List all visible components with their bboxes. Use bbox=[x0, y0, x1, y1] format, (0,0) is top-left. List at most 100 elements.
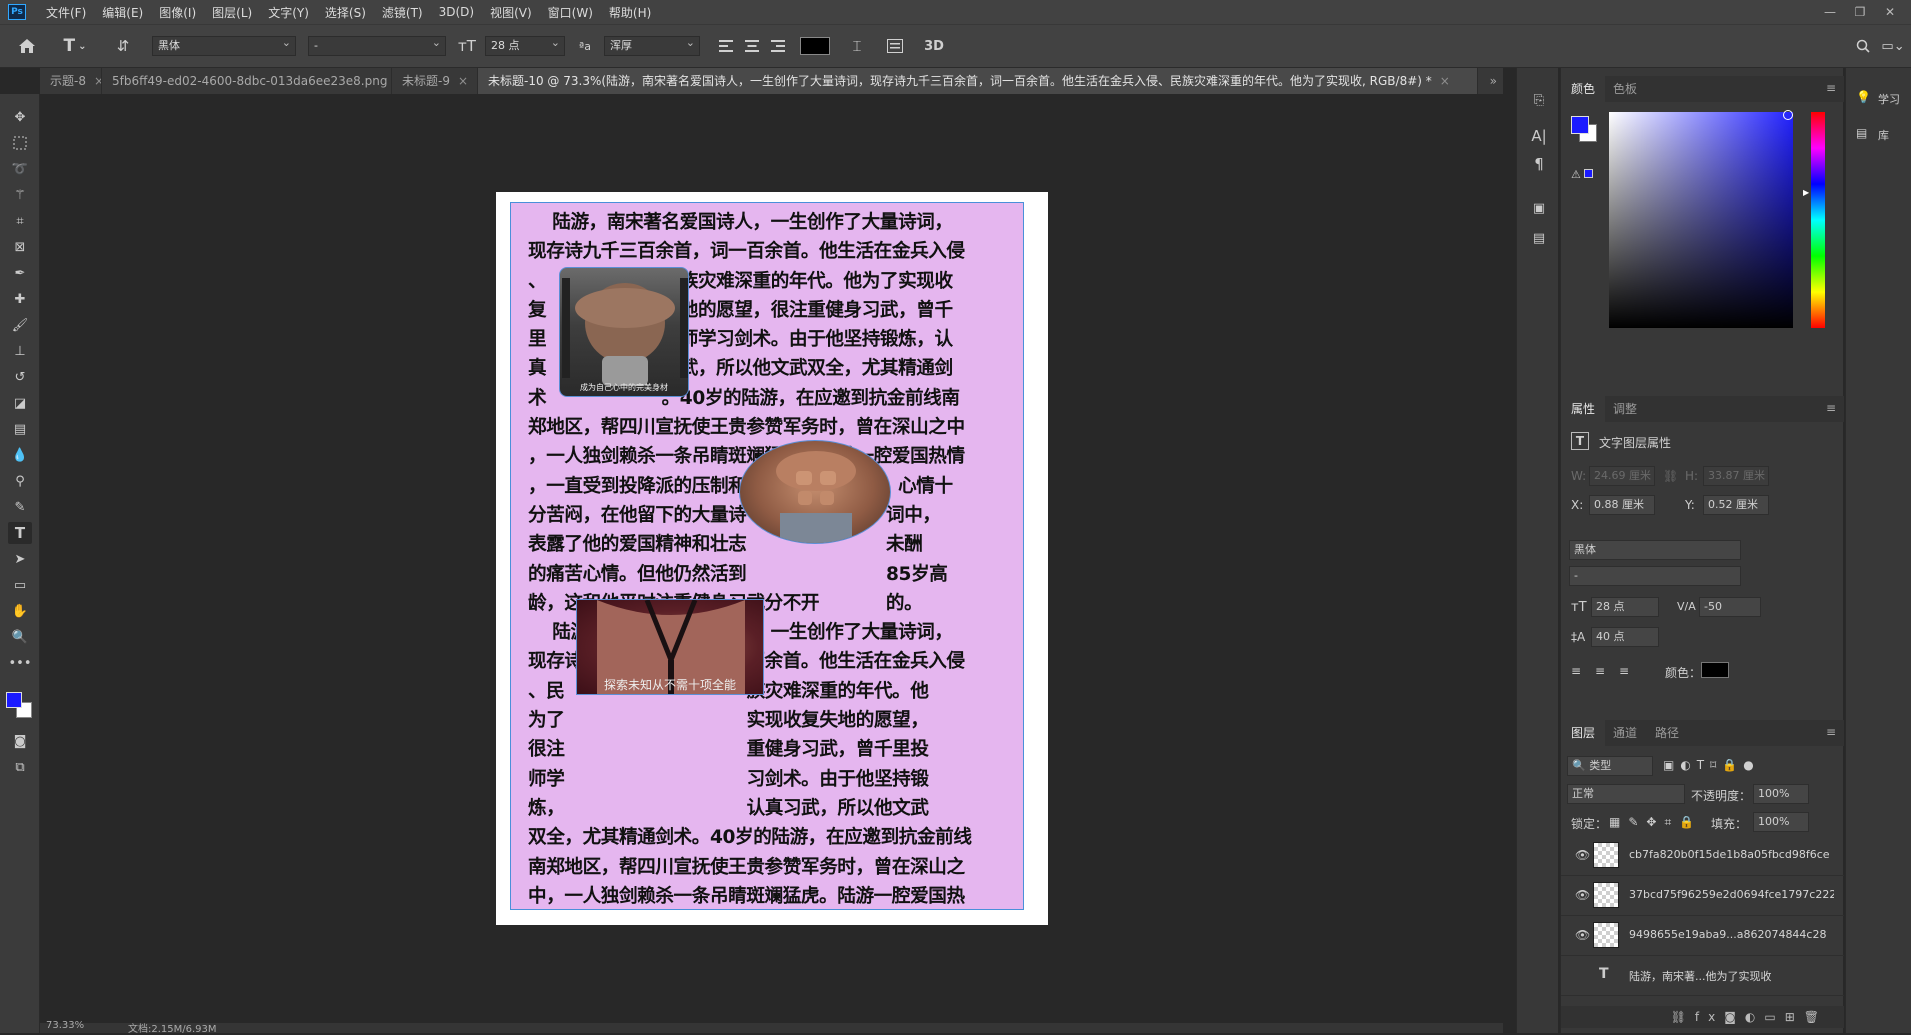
paragraph-icon[interactable]: ¶ bbox=[1529, 154, 1549, 174]
tabs-overflow-icon[interactable]: » bbox=[1490, 74, 1497, 88]
magic-wand-tool-icon[interactable]: ⚚ bbox=[8, 184, 32, 206]
height-input[interactable]: 33.87 厘米 bbox=[1703, 466, 1769, 486]
clone-stamp-tool-icon[interactable]: ⊥ bbox=[8, 340, 32, 362]
prop-align-right-icon[interactable]: ≡ bbox=[1619, 664, 1629, 678]
image-shoulders[interactable]: 探索未知从不需十项全能 bbox=[576, 599, 764, 695]
layer-item[interactable]: 👁 9498655e19aba9...a862074844c28 bbox=[1561, 916, 1844, 956]
healing-brush-tool-icon[interactable]: ✚ bbox=[8, 288, 32, 310]
panel-menu-icon[interactable]: ≡ bbox=[1826, 401, 1836, 415]
zoom-level[interactable]: 73.33% bbox=[46, 1020, 84, 1031]
pen-tool-icon[interactable]: ✎ bbox=[8, 496, 32, 518]
path-selection-tool-icon[interactable]: ➤ bbox=[8, 548, 32, 570]
close-icon[interactable]: × bbox=[1440, 74, 1450, 88]
toggle-orientation-icon[interactable]: ⇵ bbox=[112, 35, 134, 57]
menu-3d[interactable]: 3D(D) bbox=[431, 5, 482, 19]
width-input[interactable]: 24.69 厘米 bbox=[1589, 466, 1655, 486]
menu-type[interactable]: 文字(Y) bbox=[260, 4, 317, 21]
layers-footer-icons[interactable]: ⛓fx◙◐▭⊞🗑 bbox=[1561, 1006, 1844, 1028]
image-back-muscles[interactable]: 成为自己心中的完美身材 bbox=[559, 267, 689, 397]
image-abs-muscles[interactable] bbox=[739, 440, 891, 544]
layer-name[interactable]: 陆游，南宋著...他为了实现收 bbox=[1629, 968, 1834, 984]
screen-mode-icon[interactable]: ⧉ bbox=[8, 756, 32, 778]
workspace-icon[interactable]: ▭⌄ bbox=[1880, 35, 1906, 57]
lasso-tool-icon[interactable]: ➰ bbox=[8, 158, 32, 180]
prop-style-select[interactable]: - bbox=[1569, 566, 1741, 586]
font-size-select[interactable]: 28 点 bbox=[485, 36, 565, 56]
frame-tool-icon[interactable]: ⊠ bbox=[8, 236, 32, 258]
gradient-tool-icon[interactable]: ▤ bbox=[8, 418, 32, 440]
hue-slider-handle[interactable]: ▶ bbox=[1803, 188, 1809, 197]
layer-name[interactable]: 9498655e19aba9...a862074844c28 bbox=[1629, 928, 1834, 941]
blend-mode-select[interactable]: 正常 bbox=[1567, 784, 1685, 804]
menu-file[interactable]: 文件(F) bbox=[38, 4, 94, 21]
foreground-color-swatch[interactable] bbox=[6, 692, 22, 708]
dodge-tool-icon[interactable]: ⚲ bbox=[8, 470, 32, 492]
prop-tracking-input[interactable]: -50 bbox=[1699, 597, 1761, 617]
more-tools-icon[interactable]: ••• bbox=[8, 652, 32, 674]
tab-swatches[interactable]: 色板 bbox=[1603, 76, 1647, 102]
tab-untitled-9[interactable]: 未标题-9 × bbox=[392, 68, 478, 94]
home-icon[interactable] bbox=[16, 35, 38, 57]
eyedropper-tool-icon[interactable]: ✒ bbox=[8, 262, 32, 284]
gamut-warning-icon[interactable]: ⚠ bbox=[1571, 168, 1593, 181]
prop-color-swatch[interactable] bbox=[1701, 662, 1729, 678]
search-icon[interactable] bbox=[1852, 35, 1874, 57]
layer-name[interactable]: 37bcd75f96259e2d0694fce1797c222 bbox=[1629, 888, 1834, 901]
visibility-eye-icon[interactable]: 👁 bbox=[1575, 888, 1590, 902]
notes-icon[interactable]: ▤ bbox=[1529, 228, 1549, 248]
menu-image[interactable]: 图像(I) bbox=[151, 4, 204, 21]
document-canvas[interactable]: 陆游，南宋著名爱国诗人，一生创作了大量诗词， 现存诗九千三百余首，词一百余首。他生… bbox=[496, 192, 1048, 925]
rectangle-tool-icon[interactable]: ▭ bbox=[8, 574, 32, 596]
prop-font-select[interactable]: 黑体 bbox=[1569, 540, 1741, 560]
fill-input[interactable]: 100% bbox=[1753, 812, 1809, 832]
layer-filter-select[interactable]: 🔍 类型 bbox=[1567, 756, 1653, 776]
align-left-icon[interactable] bbox=[716, 35, 736, 57]
marquee-tool-icon[interactable] bbox=[8, 132, 32, 154]
character-panel-icon[interactable] bbox=[884, 35, 906, 57]
lock-icons[interactable]: ▦✎✥⌗🔒 bbox=[1609, 815, 1702, 830]
x-input[interactable]: 0.88 厘米 bbox=[1589, 495, 1655, 515]
tab-color[interactable]: 颜色 bbox=[1561, 76, 1606, 102]
move-tool-icon[interactable]: ✥ bbox=[8, 106, 32, 128]
libraries-panel-button[interactable]: ▤ 库 bbox=[1846, 118, 1911, 150]
align-center-icon[interactable] bbox=[742, 35, 762, 57]
minimize-button[interactable]: — bbox=[1815, 5, 1845, 19]
type-tool-icon[interactable]: T bbox=[8, 522, 32, 544]
y-input[interactable]: 0.52 厘米 bbox=[1703, 495, 1769, 515]
history-icon[interactable]: ⎘ bbox=[1529, 90, 1549, 110]
layer-name[interactable]: cb7fa820b0f15de1b8a05fbcd98f6ce bbox=[1629, 848, 1834, 861]
3d-button[interactable]: 3D bbox=[922, 35, 946, 57]
close-icon[interactable]: × bbox=[458, 74, 468, 88]
zoom-tool-icon[interactable]: 🔍 bbox=[8, 626, 32, 648]
prop-align-center-icon[interactable]: ≡ bbox=[1595, 664, 1605, 678]
visibility-eye-icon[interactable]: 👁 bbox=[1575, 848, 1590, 862]
restore-button[interactable]: ❐ bbox=[1845, 5, 1875, 19]
brush-tool-icon[interactable]: 🖌 bbox=[8, 314, 32, 336]
glyphs-icon[interactable]: ▣ bbox=[1529, 198, 1549, 218]
prop-leading-input[interactable]: 40 点 bbox=[1591, 627, 1659, 647]
eraser-tool-icon[interactable]: ◪ bbox=[8, 392, 32, 414]
layer-item[interactable]: 👁 37bcd75f96259e2d0694fce1797c222 bbox=[1561, 876, 1844, 916]
hue-slider[interactable] bbox=[1811, 112, 1825, 328]
color-picker-cursor[interactable] bbox=[1783, 110, 1793, 120]
tab-properties[interactable]: 属性 bbox=[1561, 396, 1606, 422]
panel-menu-icon[interactable]: ≡ bbox=[1826, 81, 1836, 95]
character-icon[interactable]: A| bbox=[1529, 126, 1549, 146]
tab-channels[interactable]: 通道 bbox=[1603, 720, 1647, 746]
layer-item[interactable]: T 陆游，南宋著...他为了实现收 bbox=[1561, 956, 1844, 996]
tab-paths[interactable]: 路径 bbox=[1645, 720, 1689, 746]
anti-alias-select[interactable]: 浑厚 bbox=[604, 36, 700, 56]
canvas-area[interactable]: 陆游，南宋著名爱国诗人，一生创作了大量诗词， 现存诗九千三百余首，词一百余首。他生… bbox=[40, 94, 1503, 1025]
close-button[interactable]: ✕ bbox=[1875, 5, 1905, 19]
hand-tool-icon[interactable]: ✋ bbox=[8, 600, 32, 622]
tab-adjustments[interactable]: 调整 bbox=[1603, 396, 1647, 422]
panel-menu-icon[interactable]: ≡ bbox=[1826, 725, 1836, 739]
menu-filter[interactable]: 滤镜(T) bbox=[374, 4, 431, 21]
menu-view[interactable]: 视图(V) bbox=[482, 4, 540, 21]
opacity-input[interactable]: 100% bbox=[1753, 784, 1809, 804]
color-picker-field[interactable] bbox=[1609, 110, 1793, 328]
menu-edit[interactable]: 编辑(E) bbox=[94, 4, 151, 21]
tab-png-image[interactable]: 5fb6ff49-ed02-4600-8dbc-013da6ee23e8.png… bbox=[102, 68, 392, 94]
menu-window[interactable]: 窗口(W) bbox=[540, 4, 601, 21]
layer-filter-icons[interactable]: ▣◐T⌑🔒● bbox=[1663, 758, 1760, 772]
